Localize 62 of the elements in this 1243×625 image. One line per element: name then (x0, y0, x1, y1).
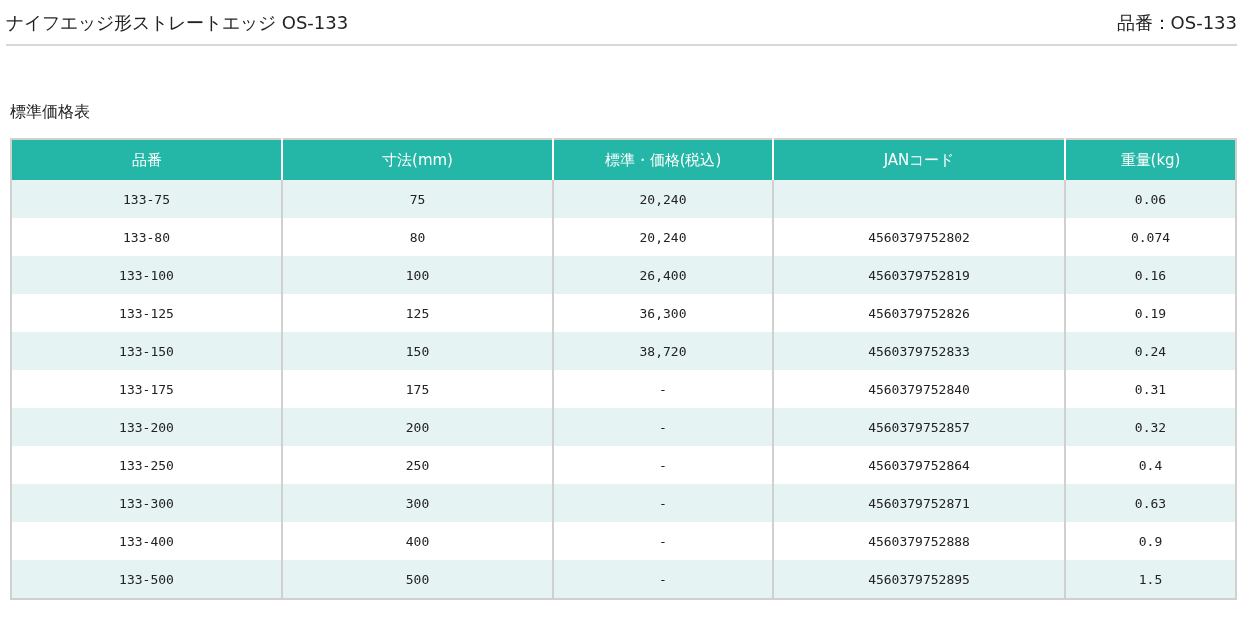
table-cell: 133-200 (119, 419, 174, 435)
table-cell: - (659, 571, 667, 587)
table-cell: 4560379752833 (868, 343, 970, 359)
column-header: 標準・価格(税込) (553, 139, 773, 180)
table-cell: 0.32 (1134, 419, 1167, 435)
table-cell: - (659, 381, 667, 397)
table-cell: 400 (405, 533, 430, 549)
column-header: 寸法(mm) (282, 139, 553, 180)
column-header: 重量(kg) (1065, 139, 1236, 180)
table-cell: 0.06 (1134, 191, 1167, 207)
table-cell: - (659, 495, 667, 511)
table-cell: 150 (405, 343, 430, 359)
table-cell: 4560379752840 (868, 381, 970, 397)
part-number: 品番：OS-133 (1116, 11, 1237, 35)
table-cell: 0.63 (1134, 495, 1167, 511)
table-cell: 4560379752864 (868, 457, 970, 473)
table-cell: 4560379752819 (868, 267, 970, 283)
table-cell: 500 (405, 571, 430, 587)
table-cell: 133-125 (119, 305, 174, 321)
table-cell: 0.16 (1134, 267, 1167, 283)
table-cell: 100 (405, 267, 430, 283)
table-cell: - (659, 457, 667, 473)
table-cell: 80 (409, 229, 426, 245)
table-cell: 1.5 (1138, 571, 1163, 587)
table-cell: 133-75 (123, 191, 170, 207)
table-cell: 4560379752826 (868, 305, 970, 321)
column-header: 品番 (11, 139, 282, 180)
table-cell: 20,240 (639, 191, 687, 207)
table-cell: - (659, 419, 667, 435)
table-cell: 0.074 (1130, 229, 1171, 245)
page-title: ナイフエッジ形ストレートエッジ OS-133 (6, 11, 349, 35)
table-cell: 4560379752895 (868, 571, 970, 587)
section-title: 標準価格表 (10, 102, 91, 123)
table-cell: 0.24 (1134, 343, 1167, 359)
table-cell: 4560379752871 (868, 495, 970, 511)
table-cell: 125 (405, 305, 430, 321)
table-cell: 0.4 (1138, 457, 1163, 473)
table-cell: 300 (405, 495, 430, 511)
table-cell: 4560379752857 (868, 419, 970, 435)
table-cell: 26,400 (639, 267, 687, 283)
table-cell: 36,300 (639, 305, 687, 321)
table-cell: 20,240 (639, 229, 687, 245)
table-cell: 75 (409, 191, 426, 207)
column-header: JANコード (773, 139, 1065, 180)
table-cell: 133-175 (119, 381, 174, 397)
table-cell: 4560379752802 (868, 229, 970, 245)
table-cell: 175 (405, 381, 430, 397)
table-cell: 0.19 (1134, 305, 1167, 321)
table-cell: - (659, 533, 667, 549)
table-cell: 133-250 (119, 457, 174, 473)
table-cell: 250 (405, 457, 430, 473)
table-cell: 133-80 (123, 229, 170, 245)
table-cell: 133-400 (119, 533, 174, 549)
table-cell: 0.9 (1138, 533, 1163, 549)
table-cell: 38,720 (639, 343, 687, 359)
table-cell: 0.31 (1134, 381, 1167, 397)
table-cell: 133-100 (119, 267, 174, 283)
table-cell: 133-150 (119, 343, 174, 359)
table-cell: 200 (405, 419, 430, 435)
table-cell: 4560379752888 (868, 533, 970, 549)
table-cell: 133-300 (119, 495, 174, 511)
table-cell: 133-500 (119, 571, 174, 587)
